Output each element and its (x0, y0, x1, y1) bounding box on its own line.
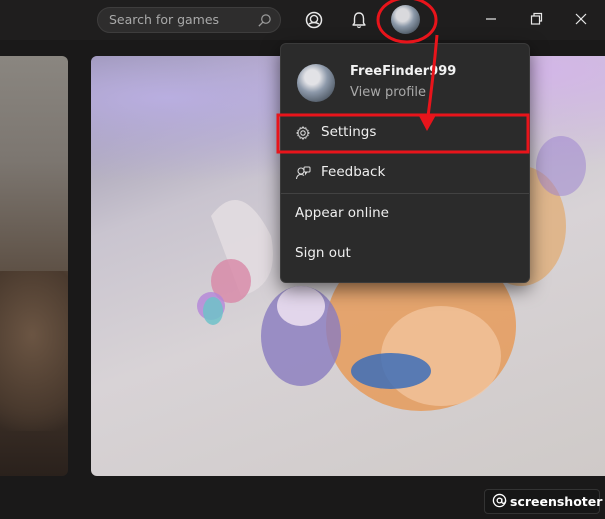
feedback-label: Feedback (321, 164, 386, 180)
bell-icon[interactable] (348, 9, 370, 31)
card-artwork (0, 271, 68, 431)
search-box[interactable]: Search for games (97, 7, 281, 33)
feedback-icon (295, 166, 311, 180)
minimize-icon[interactable] (480, 8, 502, 30)
view-profile-link[interactable]: View profile (350, 85, 426, 100)
gamertag: FreeFinder999 (350, 64, 457, 79)
settings-label: Settings (321, 124, 377, 140)
menu-divider (281, 193, 529, 194)
watermark: screenshoter (484, 489, 603, 514)
close-icon[interactable] (570, 8, 592, 30)
avatar[interactable] (391, 5, 420, 34)
game-card-left[interactable] (0, 56, 68, 476)
friends-icon[interactable] (303, 9, 325, 31)
search-placeholder: Search for games (109, 12, 220, 27)
sign-out-label: Sign out (295, 245, 351, 261)
profile-avatar[interactable] (297, 64, 335, 102)
profile-menu: FreeFinder999 View profile Settings Feed… (280, 43, 530, 283)
watermark-text: screenshoter (510, 494, 603, 509)
menu-item-sign-out[interactable]: Sign out (281, 235, 529, 273)
at-icon (492, 493, 507, 508)
title-bar: Search for games (0, 0, 605, 40)
gear-icon (296, 126, 310, 140)
search-icon[interactable] (257, 13, 272, 28)
menu-item-feedback[interactable]: Feedback (281, 154, 529, 192)
menu-item-appear-online[interactable]: Appear online (281, 195, 529, 233)
menu-item-settings[interactable]: Settings (281, 114, 529, 152)
restore-icon[interactable] (525, 8, 547, 30)
appear-online-label: Appear online (295, 205, 389, 221)
